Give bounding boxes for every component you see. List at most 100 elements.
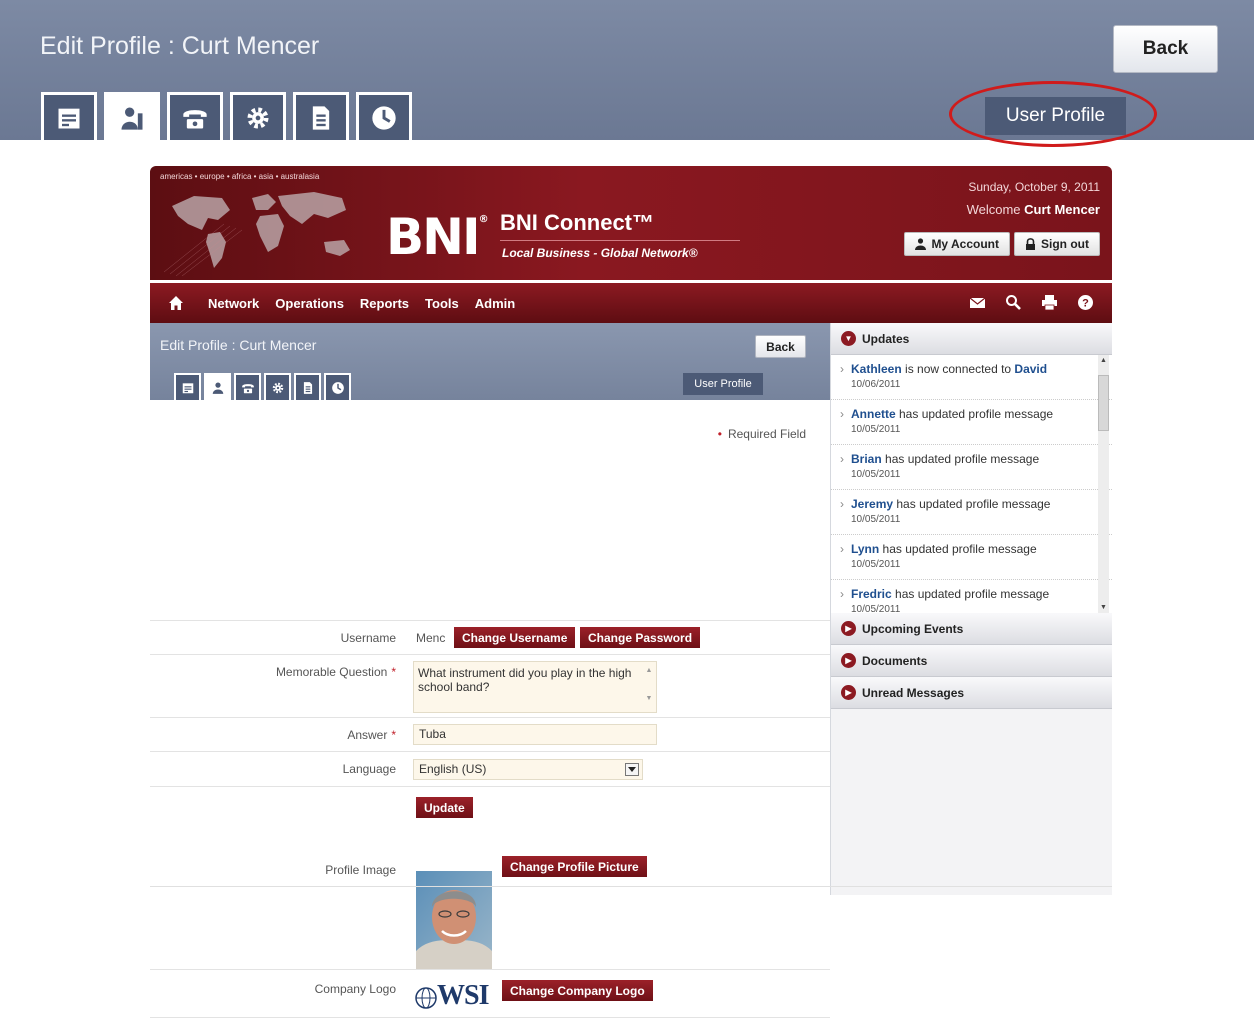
company-logo-label: Company Logo	[314, 982, 396, 996]
required-field-note: • Required Field	[718, 427, 806, 441]
scroll-down-icon[interactable]: ▼	[1098, 604, 1109, 611]
nav-operations[interactable]: Operations	[275, 296, 344, 311]
list-icon	[58, 108, 80, 128]
update-date: 10/05/2011	[851, 469, 901, 480]
home-icon[interactable]	[168, 295, 184, 311]
expand-icon: ▶	[841, 621, 856, 636]
scroll-up-icon[interactable]: ▲	[1098, 357, 1109, 364]
updates-list: › Kathleen is now connected to David 10/…	[831, 355, 1112, 613]
update-button[interactable]: Update	[416, 797, 473, 818]
nav-reports[interactable]: Reports	[360, 296, 409, 311]
zoomed-user-profile-label: User Profile	[985, 97, 1126, 135]
zoomed-tab-user-profile[interactable]	[104, 92, 160, 140]
tab-settings[interactable]	[264, 373, 291, 400]
nav-admin[interactable]: Admin	[475, 296, 515, 311]
company-logo-row: Company Logo WSI Change Company Logo	[150, 969, 830, 1017]
updates-header[interactable]: ▼ Updates	[831, 323, 1112, 355]
memorable-question-row: Memorable Question * What instrument did …	[150, 654, 830, 717]
zoomed-tab-document[interactable]	[293, 92, 349, 140]
tab-phone[interactable]	[234, 373, 261, 400]
update-item: › Fredric has updated profile message 10…	[831, 580, 1112, 613]
change-password-button[interactable]: Change Password	[580, 627, 701, 648]
update-name-link[interactable]: Annette	[851, 407, 896, 421]
chevron-right-icon: ›	[840, 587, 844, 601]
chevron-right-icon: ›	[840, 542, 844, 556]
clock-icon	[372, 105, 396, 130]
clock-icon	[331, 381, 344, 394]
site-header: americas • europe • africa • asia • aust…	[150, 166, 1112, 280]
answer-field[interactable]: Tuba	[413, 724, 657, 745]
gear-icon	[272, 382, 283, 393]
chevron-right-icon: ›	[840, 407, 844, 421]
update-target-link[interactable]: David	[1014, 362, 1047, 376]
required-bullet: •	[717, 427, 722, 441]
print-icon[interactable]	[1041, 294, 1058, 311]
language-select[interactable]: English (US)	[413, 759, 643, 780]
nav-network[interactable]: Network	[208, 296, 259, 311]
update-text: has updated profile message	[893, 497, 1051, 511]
zoomed-tab-history[interactable]	[356, 92, 412, 140]
update-item: › Annette has updated profile message 10…	[831, 400, 1112, 445]
username-label: Username	[340, 631, 396, 645]
upcoming-events-header[interactable]: ▶ Upcoming Events	[831, 613, 1112, 645]
list-icon	[182, 382, 193, 393]
tab-document[interactable]	[294, 373, 321, 400]
zoomed-tab-phone[interactable]	[167, 92, 223, 140]
required-field-text: Required Field	[727, 427, 806, 441]
language-value: English (US)	[419, 762, 487, 776]
change-username-button[interactable]: Change Username	[454, 627, 576, 648]
username-row: Username Menc Change Username Change Pas…	[150, 620, 830, 654]
current-date: Sunday, October 9, 2011	[968, 180, 1100, 194]
update-name-link[interactable]: Jeremy	[851, 497, 893, 511]
tab-list[interactable]	[174, 373, 201, 400]
scroll-thumb[interactable]	[1098, 375, 1109, 431]
brand-divider	[500, 240, 740, 241]
welcome-message: Welcome Curt Mencer	[967, 202, 1100, 217]
world-map-graphic	[164, 192, 350, 276]
required-star: *	[391, 728, 396, 742]
memorable-question-field[interactable]: What instrument did you play in the high…	[413, 661, 657, 713]
my-account-label: My Account	[931, 237, 999, 251]
unread-messages-title: Unread Messages	[862, 685, 965, 700]
zoomed-tab-list[interactable]	[41, 92, 97, 140]
memorable-question-label-text: Memorable Question	[275, 665, 388, 679]
main-nav: Network Operations Reports Tools Admin ?	[150, 283, 1112, 323]
expand-icon: ▶	[841, 653, 856, 668]
my-account-button[interactable]: My Account	[904, 232, 1010, 256]
zoomed-header: Edit Profile : Curt Mencer Back User Pro…	[0, 0, 1254, 147]
mail-icon[interactable]	[969, 294, 986, 311]
update-name-link[interactable]: Brian	[851, 452, 882, 466]
content-area: Edit Profile : Curt Mencer Back User Pro…	[150, 323, 830, 1018]
company-logo-text: WSI	[437, 980, 489, 1011]
update-row: Update	[150, 786, 830, 846]
update-name-link[interactable]: Lynn	[851, 542, 879, 556]
documents-header[interactable]: ▶ Documents	[831, 645, 1112, 677]
change-company-logo-button[interactable]: Change Company Logo	[502, 980, 653, 1001]
zoomed-back-button[interactable]: Back	[1113, 25, 1218, 73]
language-row: Language English (US)	[150, 751, 830, 786]
back-button[interactable]: Back	[755, 335, 806, 358]
help-icon[interactable]: ?	[1077, 294, 1094, 311]
update-name-link[interactable]: Kathleen	[851, 362, 902, 376]
updates-scrollbar[interactable]: ▲ ▼	[1098, 355, 1109, 613]
textarea-scrollbar[interactable]: ▲ ▼	[644, 664, 654, 710]
regions-text: americas • europe • africa • asia • aust…	[160, 172, 320, 181]
tab-history[interactable]	[324, 373, 351, 400]
sign-out-button[interactable]: Sign out	[1014, 232, 1100, 256]
update-item: › Lynn has updated profile message 10/05…	[831, 535, 1112, 580]
sign-out-label: Sign out	[1041, 237, 1089, 251]
nav-tools[interactable]: Tools	[425, 296, 459, 311]
update-name-link[interactable]: Fredric	[851, 587, 892, 601]
profile-image-row: Profile Image Change Profile Picture	[150, 846, 830, 972]
search-icon[interactable]	[1005, 294, 1022, 311]
user-profile-label: User Profile	[683, 373, 763, 395]
welcome-prefix: Welcome	[966, 202, 1021, 217]
required-star: *	[391, 665, 396, 679]
unread-messages-header[interactable]: ▶ Unread Messages	[831, 677, 1112, 709]
zoomed-tab-settings[interactable]	[230, 92, 286, 140]
page-bottom-rule	[150, 886, 1112, 887]
brand-tagline: Local Business - Global Network®	[502, 246, 698, 260]
tab-user-profile[interactable]	[204, 373, 231, 400]
change-profile-picture-button[interactable]: Change Profile Picture	[502, 856, 647, 877]
company-logo: WSI	[415, 980, 489, 1012]
